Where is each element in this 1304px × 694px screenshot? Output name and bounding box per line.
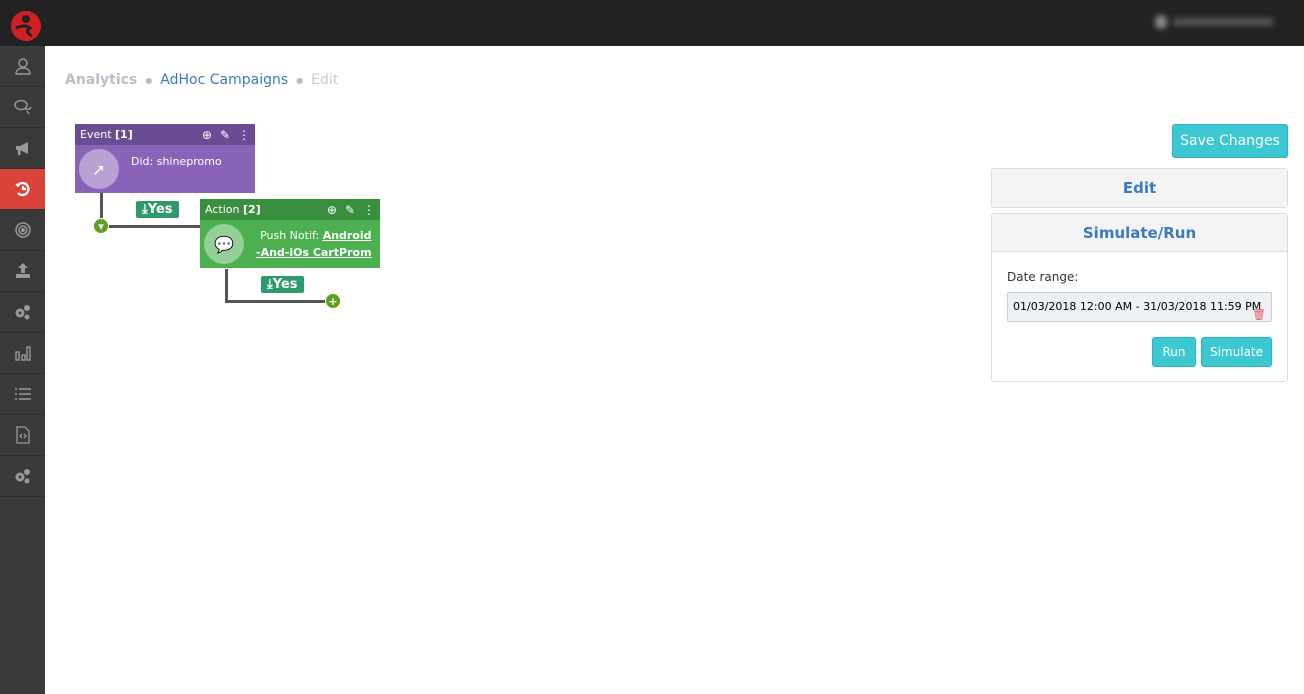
breadcrumb: Analytics ● AdHoc Campaigns ● Edit (65, 72, 338, 88)
action-node-header: Action [2] ⊕ ✎ ⋮ (200, 199, 380, 220)
event-node-title: Event (80, 128, 112, 141)
pencil-icon[interactable]: ✎ (345, 203, 355, 217)
brand-logo[interactable] (10, 10, 42, 42)
breadcrumb-separator: ● (296, 75, 304, 85)
yes-label: Yes (147, 202, 173, 217)
chat-icon (13, 99, 32, 115)
sidebar-item-settings[interactable] (0, 292, 45, 333)
event-node-text: Did: shinepromo (131, 155, 222, 168)
yes-badge: ⤓Yes (261, 276, 304, 293)
top-bar (0, 0, 1304, 46)
simulate-run-panel: Simulate/Run Date range: 01/03/2018 12:0… (991, 213, 1288, 382)
event-node-index: [1] (115, 128, 133, 141)
chat-bubbles-icon: 💬 (204, 224, 244, 264)
megaphone-icon (15, 142, 28, 155)
date-range-label: Date range: (1007, 270, 1079, 284)
event-node[interactable]: Event [1] ⊕ ✎ ⋮ ➚ Did: shinepromo (75, 124, 255, 193)
upload-icon (15, 263, 30, 278)
collapse-toggle-button[interactable]: ▾ (93, 218, 109, 234)
trash-icon[interactable]: 🗑 (1252, 301, 1266, 321)
sidebar-item-upload[interactable] (0, 251, 45, 292)
more-vertical-icon[interactable]: ⋮ (238, 128, 250, 142)
more-vertical-icon[interactable]: ⋮ (363, 203, 375, 217)
edit-panel[interactable]: Edit (991, 168, 1288, 208)
action-node-index: [2] (242, 203, 261, 216)
connector-line (225, 269, 228, 303)
date-range-input[interactable]: 01/03/2018 12:00 AM - 31/03/2018 11:59 P… (1007, 292, 1272, 322)
simulate-run-title[interactable]: Simulate/Run (992, 214, 1287, 252)
sidebar (0, 46, 45, 694)
add-node-icon[interactable]: ⊕ (202, 128, 212, 142)
save-changes-button[interactable]: Save Changes (1172, 124, 1288, 158)
code-file-icon (15, 426, 30, 444)
history-icon (14, 181, 29, 197)
sidebar-item-campaigns[interactable] (0, 128, 45, 169)
sidebar-item-users[interactable] (0, 46, 45, 87)
sidebar-item-settings-2[interactable] (0, 456, 45, 497)
date-range-value: 01/03/2018 12:00 AM - 31/03/2018 11:59 P… (1013, 300, 1262, 313)
event-node-header: Event [1] ⊕ ✎ ⋮ (75, 124, 255, 145)
username-blurred (1173, 18, 1273, 26)
sidebar-item-code[interactable] (0, 415, 45, 456)
pencil-icon[interactable]: ✎ (220, 128, 230, 142)
link-part: -And-iOs CartProm (256, 246, 372, 259)
action-node[interactable]: Action [2] ⊕ ✎ ⋮ 💬 Push Notif: Android -And… (200, 199, 380, 268)
bar-chart-icon (14, 346, 31, 361)
sidebar-item-target[interactable] (0, 210, 45, 251)
add-step-button[interactable]: + (325, 293, 341, 309)
link-part: Android (322, 229, 372, 242)
sidebar-item-list[interactable] (0, 374, 45, 415)
action-node-title: Action (205, 203, 240, 216)
cogs-icon (15, 305, 30, 320)
simulate-button[interactable]: Simulate (1201, 337, 1272, 367)
run-button[interactable]: Run (1152, 337, 1196, 367)
add-node-icon[interactable]: ⊕ (327, 203, 337, 217)
sidebar-item-chat[interactable] (0, 87, 45, 128)
pointer-click-icon: ➚ (79, 149, 119, 189)
yes-badge: ⤓Yes (136, 201, 179, 218)
breadcrumb-adhoc-campaigns[interactable]: AdHoc Campaigns (160, 72, 288, 88)
breadcrumb-edit: Edit (311, 72, 339, 88)
sidebar-item-history[interactable] (0, 169, 45, 210)
user-icon (14, 58, 31, 75)
breadcrumb-separator: ● (145, 75, 153, 85)
connector-line (225, 300, 329, 303)
breadcrumb-analytics[interactable]: Analytics (65, 72, 137, 88)
action-node-prefix: Push Notif: (260, 229, 323, 242)
sidebar-item-reports[interactable] (0, 333, 45, 374)
user-menu[interactable] (1155, 15, 1273, 29)
target-icon (14, 222, 31, 238)
connector-line (100, 225, 200, 228)
yes-label: Yes (272, 277, 298, 292)
list-icon (14, 388, 31, 400)
user-icon (1155, 15, 1167, 29)
edit-panel-title[interactable]: Edit (992, 169, 1287, 207)
cogs-icon (15, 469, 30, 484)
